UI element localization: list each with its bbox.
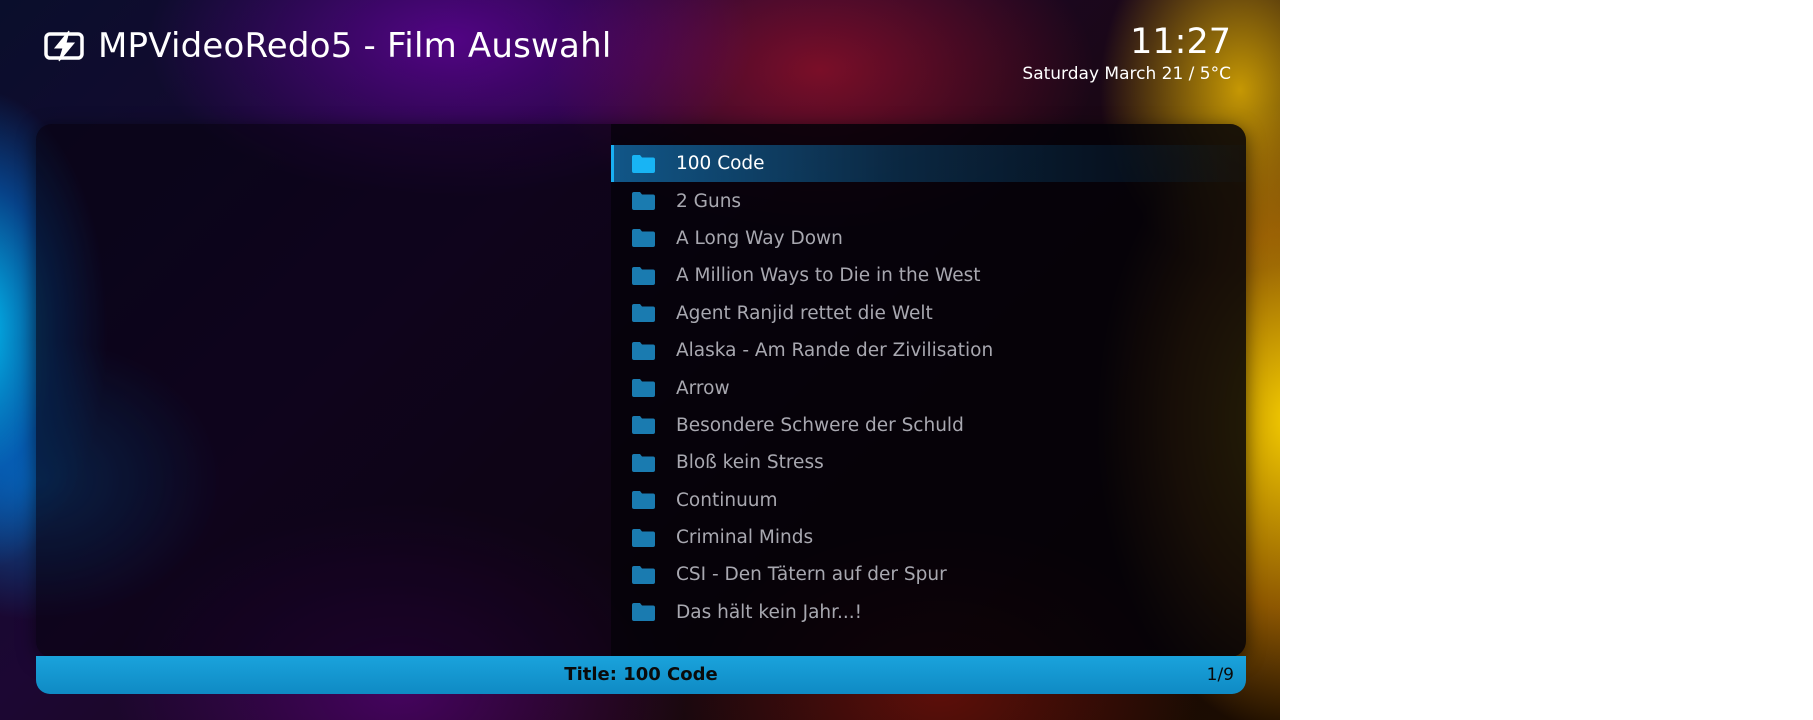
list-item-label: 2 Guns bbox=[676, 190, 742, 212]
list-item-label: Besondere Schwere der Schuld bbox=[676, 414, 964, 436]
list-item[interactable]: Bloß kein Stress bbox=[611, 444, 1246, 481]
clock-widget: 11:27 Saturday March 21 / 5°C bbox=[1022, 20, 1231, 84]
list-item[interactable]: 100 Code bbox=[611, 145, 1246, 183]
movie-list-container[interactable]: 100 Code 2 Guns A Long Way Down A Million W… bbox=[611, 124, 1246, 657]
list-item-label: A Million Ways to Die in the West bbox=[676, 265, 981, 287]
lightning-bolt-icon bbox=[44, 30, 84, 62]
folder-icon bbox=[632, 229, 655, 248]
list-item-label: Alaska - Am Rande der Zivilisation bbox=[676, 340, 994, 362]
status-bar: Title: 100 Code 1/9 bbox=[36, 656, 1246, 694]
clock-time: 11:27 bbox=[1130, 22, 1231, 62]
list-item-label: 100 Code bbox=[676, 153, 765, 175]
list-item[interactable]: Besondere Schwere der Schuld bbox=[611, 407, 1246, 444]
list-item-label: Continuum bbox=[676, 489, 778, 511]
list-item-label: Bloß kein Stress bbox=[676, 452, 824, 474]
list-item[interactable]: A Long Way Down bbox=[611, 220, 1246, 257]
folder-icon bbox=[632, 304, 655, 323]
list-item[interactable]: Alaska - Am Rande der Zivilisation bbox=[611, 332, 1246, 369]
folder-icon bbox=[632, 603, 655, 622]
header: MPVideoRedo5 - Film Auswahl bbox=[44, 22, 611, 70]
page-title: MPVideoRedo5 - Film Auswahl bbox=[98, 26, 612, 66]
folder-icon bbox=[632, 528, 655, 547]
list-item[interactable]: 2 Guns bbox=[611, 182, 1246, 219]
list-item[interactable]: CSI - Den Tätern auf der Spur bbox=[611, 556, 1246, 593]
list-item-label: Criminal Minds bbox=[676, 527, 814, 549]
folder-icon bbox=[632, 416, 655, 435]
list-item-label: Agent Ranjid rettet die Welt bbox=[676, 302, 933, 324]
list-item[interactable]: Arrow bbox=[611, 369, 1246, 406]
folder-icon bbox=[632, 491, 655, 510]
folder-icon bbox=[632, 453, 655, 472]
app-window: MPVideoRedo5 - Film Auswahl 11:27 Saturd… bbox=[0, 0, 1280, 720]
list-item[interactable]: Agent Ranjid rettet die Welt bbox=[611, 295, 1246, 332]
list-item[interactable]: Das hält kein Jahr...! bbox=[611, 594, 1246, 631]
folder-icon bbox=[632, 565, 655, 584]
list-item[interactable]: A Million Ways to Die in the West bbox=[611, 257, 1246, 294]
list-item-label: A Long Way Down bbox=[676, 227, 843, 249]
list-item[interactable]: Criminal Minds bbox=[611, 519, 1246, 556]
movie-list[interactable]: 100 Code 2 Guns A Long Way Down A Million W… bbox=[611, 145, 1246, 631]
folder-icon bbox=[632, 266, 655, 285]
list-item-label: Arrow bbox=[676, 377, 730, 399]
list-item-label: CSI - Den Tätern auf der Spur bbox=[676, 564, 947, 586]
clock-date-weather: Saturday March 21 / 5°C bbox=[1022, 64, 1231, 84]
list-item[interactable]: Continuum bbox=[611, 482, 1246, 519]
folder-icon bbox=[632, 192, 655, 211]
folder-icon bbox=[632, 379, 655, 398]
preview-area bbox=[36, 124, 611, 657]
status-title: Title: 100 Code bbox=[564, 664, 718, 685]
folder-icon bbox=[632, 341, 655, 360]
list-item-label: Das hält kein Jahr...! bbox=[676, 601, 863, 623]
folder-icon bbox=[632, 154, 655, 173]
content-panel: 100 Code 2 Guns A Long Way Down A Million W… bbox=[36, 124, 1246, 657]
page-counter: 1/9 bbox=[1206, 665, 1234, 685]
